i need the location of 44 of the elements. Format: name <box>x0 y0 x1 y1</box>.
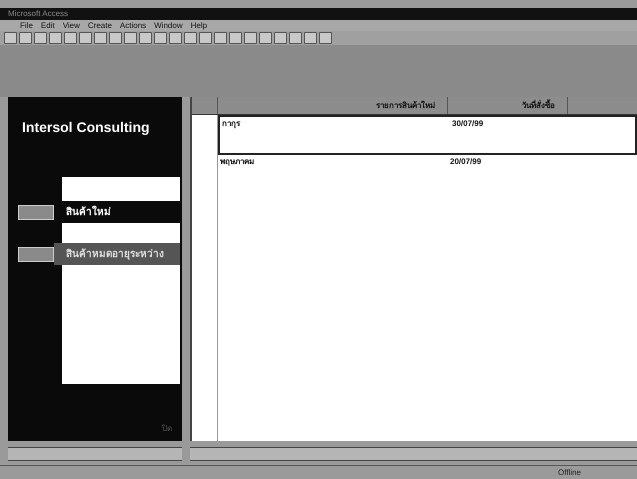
toolbar-icon[interactable] <box>19 32 32 44</box>
switchboard-label: สินค้าหมดอายุระหว่าง <box>54 243 180 265</box>
toolbar-icon[interactable] <box>94 32 107 44</box>
menu-item[interactable]: View <box>62 22 80 30</box>
menu-item[interactable]: Actions <box>120 22 146 30</box>
table-cell-text: 30/07/99 <box>451 118 484 130</box>
toolbar-icon[interactable] <box>154 32 167 44</box>
toolbar-icon[interactable] <box>4 32 17 44</box>
close-label: ปิด <box>162 423 172 435</box>
toolbar-icon[interactable] <box>79 32 92 44</box>
switchboard-button[interactable] <box>18 204 54 220</box>
toolbar-icon[interactable] <box>64 32 77 44</box>
toolbar-icon[interactable] <box>49 32 62 44</box>
toolbar-icon[interactable] <box>109 32 122 44</box>
menu-item[interactable]: Help <box>190 22 208 30</box>
toolbar-icon[interactable] <box>319 32 332 44</box>
status-mode: Offline <box>558 466 581 478</box>
company-title: Intersol Consulting <box>22 118 150 137</box>
column-header[interactable]: รายการสินค้าใหม่ <box>218 97 448 114</box>
toolbar-icon[interactable] <box>34 32 47 44</box>
toolbar-icon[interactable] <box>274 32 287 44</box>
menu-item[interactable]: Edit <box>40 22 55 30</box>
menu-item[interactable]: File <box>20 22 33 30</box>
toolbar-icon[interactable] <box>139 32 152 44</box>
toolbar-icon[interactable] <box>214 32 227 44</box>
table-cell-text: กากุร <box>221 118 242 130</box>
toolbar-icon[interactable] <box>304 32 317 44</box>
toolbar-icon[interactable] <box>169 32 182 44</box>
table-cell-text: พฤษภาคม <box>219 156 255 168</box>
menu-item[interactable]: Create <box>88 22 112 30</box>
window-title: Microsoft Access <box>8 10 68 18</box>
toolbar-icon[interactable] <box>229 32 242 44</box>
toolbar-icon[interactable] <box>124 32 137 44</box>
table-cell-text: 20/07/99 <box>449 156 482 168</box>
column-header[interactable]: วันที่สั่งซื้อ <box>448 97 568 114</box>
table-row[interactable]: กากุร 30/07/99 <box>218 115 637 155</box>
toolbar-icon[interactable] <box>184 32 197 44</box>
toolbar-icon[interactable] <box>244 32 257 44</box>
switchboard-button[interactable] <box>18 246 54 262</box>
toolbar-icon[interactable] <box>289 32 302 44</box>
toolbar-icon[interactable] <box>199 32 212 44</box>
menu-item[interactable]: Window <box>154 22 183 30</box>
table-row[interactable]: พฤษภาคม 20/07/99 <box>218 155 637 175</box>
toolbar-icon[interactable] <box>259 32 272 44</box>
